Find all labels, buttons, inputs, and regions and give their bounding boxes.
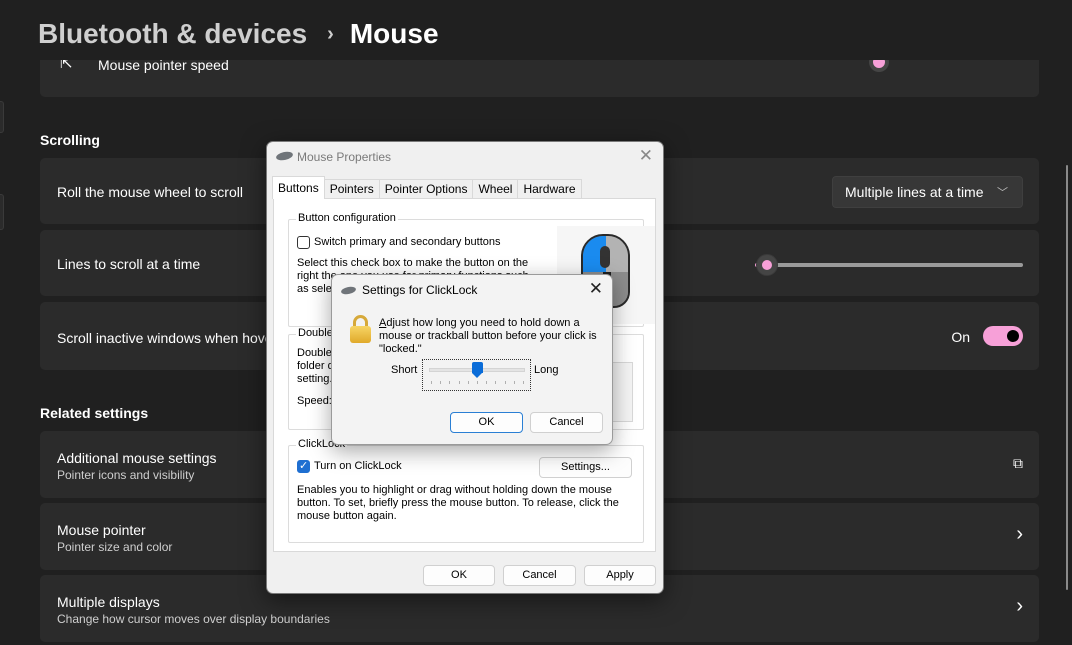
clicklock-duration-slider[interactable]: [422, 359, 531, 391]
row-label: Scroll inactive windows when hove: [57, 330, 273, 346]
close-icon[interactable]: ✕: [639, 146, 653, 166]
chevron-right-icon: ›: [1016, 595, 1023, 617]
sidebar-item-edge[interactable]: [0, 194, 4, 230]
clicklock-ok-button[interactable]: OK: [450, 412, 523, 433]
lines-slider-track[interactable]: [758, 263, 1023, 267]
breadcrumb: Bluetooth & devices › Mouse: [38, 18, 439, 50]
cancel-button[interactable]: Cancel: [503, 565, 576, 586]
description-line: setting.: [297, 373, 333, 385]
tab-wheel[interactable]: Wheel: [472, 179, 519, 199]
ok-button[interactable]: OK: [423, 565, 495, 586]
lock-icon: [350, 315, 371, 345]
slider-tick: [458, 381, 460, 384]
slider-tick: [495, 381, 497, 384]
tab-buttons[interactable]: Buttons: [272, 176, 325, 199]
related-item-title: Mouse pointer: [57, 522, 146, 538]
mouse-wheel: [600, 246, 610, 268]
tab-strip: Buttons Pointers Pointer Options Wheel H…: [272, 176, 582, 199]
sidebar-item-edge[interactable]: [0, 101, 4, 133]
section-title-scrolling: Scrolling: [40, 132, 100, 148]
message-text: djust how long you need to hold down a m…: [379, 317, 597, 355]
description-line: Select this check box to make the button…: [297, 257, 529, 269]
slider-tick: [504, 381, 506, 384]
related-item-subtitle: Change how cursor moves over display bou…: [57, 612, 330, 626]
slider-tick: [467, 381, 469, 384]
switch-buttons-checkbox[interactable]: [297, 236, 310, 249]
slider-ticks: [431, 381, 524, 385]
section-title-related: Related settings: [40, 405, 149, 421]
slider-tick: [513, 381, 515, 384]
row-label: Roll the mouse wheel to scroll: [57, 184, 243, 200]
scroll-mode-dropdown[interactable]: Multiple lines at a time ﹀: [832, 176, 1023, 208]
clicklock-settings-dialog: Settings for ClickLock ✕ Adjust how long…: [331, 274, 613, 445]
dialog-titlebar[interactable]: Mouse Properties ✕: [267, 142, 663, 172]
short-label: Short: [391, 364, 418, 376]
related-item-subtitle: Pointer size and color: [57, 540, 173, 554]
external-link-icon: ⧉: [1013, 455, 1023, 471]
slider-tick: [449, 381, 451, 384]
clicklock-message: Adjust how long you need to hold down a …: [379, 317, 607, 356]
vertical-scrollbar[interactable]: [1066, 165, 1068, 590]
group-legend: Button configuration: [296, 212, 398, 224]
long-label: Long: [534, 364, 559, 376]
clicklock-description: Enables you to highlight or drag without…: [297, 484, 619, 522]
slider-tick: [440, 381, 442, 384]
speed-label: Speed:: [297, 395, 332, 407]
clicklock-settings-button[interactable]: Settings...: [539, 457, 632, 478]
chevron-right-icon: ›: [1016, 523, 1023, 545]
dialog-title: Settings for ClickLock: [362, 283, 478, 297]
toggle-state-label: On: [951, 329, 970, 345]
tab-pointers[interactable]: Pointers: [323, 179, 380, 199]
mouse-app-icon: [340, 285, 357, 296]
breadcrumb-separator-icon: ›: [327, 22, 334, 45]
page-title: Mouse: [349, 18, 439, 49]
clicklock-group: ClickLock Turn on ClickLock Settings... …: [288, 438, 644, 543]
clicklock-checkbox[interactable]: [297, 459, 310, 473]
slider-thumb[interactable]: [471, 362, 483, 379]
tab-hardware[interactable]: Hardware: [517, 179, 582, 199]
lines-slider-thumb[interactable]: [756, 254, 778, 276]
scroll-inactive-toggle[interactable]: [983, 326, 1023, 346]
slider-tick: [431, 381, 432, 384]
row-label: Lines to scroll at a time: [57, 256, 201, 272]
related-item-title: Multiple displays: [57, 594, 160, 610]
apply-button[interactable]: Apply: [584, 565, 656, 586]
related-item-title: Additional mouse settings: [57, 450, 217, 466]
checkbox-label: Turn on ClickLock: [314, 460, 402, 472]
dropdown-value: Multiple lines at a time: [845, 184, 984, 200]
related-item-subtitle: Pointer icons and visibility: [57, 468, 195, 482]
chevron-down-icon: ﹀: [997, 187, 1008, 199]
clicklock-cancel-button[interactable]: Cancel: [530, 412, 603, 433]
mouse-app-icon: [275, 150, 294, 162]
checkbox-label: Switch primary and secondary buttons: [314, 236, 501, 248]
tab-pointer-options[interactable]: Pointer Options: [378, 179, 474, 199]
slider-tick: [486, 381, 488, 384]
lock-body: [350, 326, 371, 343]
slider-tick: [477, 381, 478, 384]
slider-tick: [523, 381, 524, 384]
dialog-title: Mouse Properties: [297, 150, 392, 164]
close-icon[interactable]: ✕: [589, 279, 603, 299]
breadcrumb-parent-link[interactable]: Bluetooth & devices: [38, 18, 307, 50]
